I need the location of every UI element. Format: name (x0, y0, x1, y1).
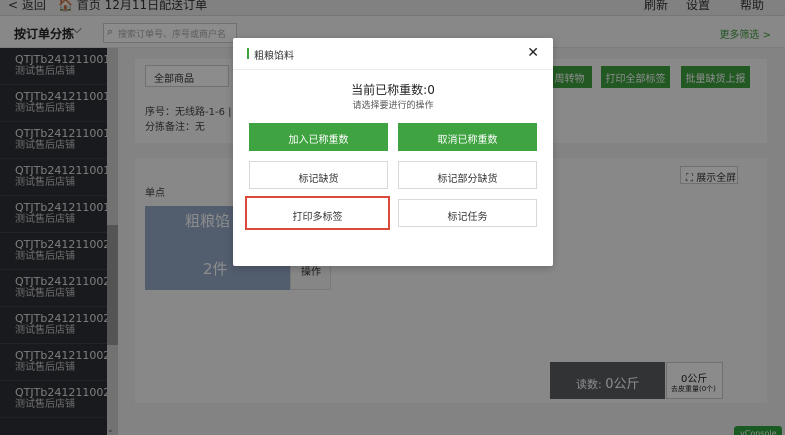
mark-task-button[interactable]: 标记任务 (398, 199, 537, 227)
cancel-weighed-button[interactable]: 取消已称重数 (398, 123, 537, 151)
add-weighed-button[interactable]: 加入已称重数 (249, 123, 388, 151)
product-action-dialog: 粗粮馅料 ✕ 当前已称重数:0 请选择要进行的操作 加入已称重数 取消已称重数 … (233, 38, 553, 266)
mark-short-button[interactable]: 标记缺货 (249, 161, 388, 189)
dialog-header: 粗粮馅料 ✕ (233, 38, 553, 70)
dialog-hint: 请选择要进行的操作 (352, 101, 434, 111)
dialog-title: 粗粮馅料 (254, 51, 294, 62)
weighed-count: 当前已称重数:0 (351, 83, 435, 97)
print-multi-labels-button[interactable]: 打印多标签 (245, 196, 390, 230)
mark-partial-short-button[interactable]: 标记部分缺货 (398, 161, 537, 189)
title-accent-bar (247, 48, 249, 59)
close-icon[interactable]: ✕ (527, 45, 539, 61)
